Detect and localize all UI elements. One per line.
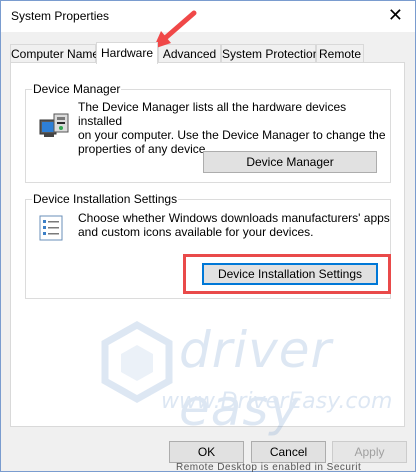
- annotation-highlight-box: [183, 254, 391, 294]
- device-manager-button[interactable]: Device Manager: [203, 151, 377, 173]
- apply-button[interactable]: Apply: [332, 441, 407, 463]
- cut-off-background-text: Remote Desktop is enabled in Securit: [176, 462, 362, 473]
- watermark-brand: driver easy: [179, 321, 333, 437]
- tab-computer-name[interactable]: Computer Name: [10, 44, 99, 62]
- driver-easy-watermark: driver easy www.DriverEasy.com: [101, 321, 416, 437]
- title-bar: System Properties ✕: [1, 1, 415, 32]
- tab-hardware[interactable]: Hardware: [96, 42, 158, 64]
- device-manager-description: The Device Manager lists all the hardwar…: [78, 100, 386, 156]
- device-manager-icon: [39, 113, 69, 137]
- device-installation-group-label: Device Installation Settings: [32, 192, 179, 206]
- device-installation-description: Choose whether Windows downloads manufac…: [78, 211, 390, 239]
- tab-system-protection[interactable]: System Protection: [221, 44, 319, 62]
- settings-checklist-icon: [39, 215, 63, 241]
- device-manager-group: Device Manager The Device Manager lists …: [25, 82, 391, 183]
- cancel-button[interactable]: Cancel: [251, 441, 326, 463]
- watermark-url: www.DriverEasy.com: [161, 389, 393, 414]
- system-properties-window: System Properties ✕ Computer Name Hardwa…: [0, 0, 416, 472]
- ok-button[interactable]: OK: [169, 441, 244, 463]
- tab-remote[interactable]: Remote: [316, 44, 364, 62]
- device-manager-group-label: Device Manager: [32, 82, 122, 96]
- window-title: System Properties: [11, 9, 110, 23]
- close-icon[interactable]: ✕: [388, 5, 403, 25]
